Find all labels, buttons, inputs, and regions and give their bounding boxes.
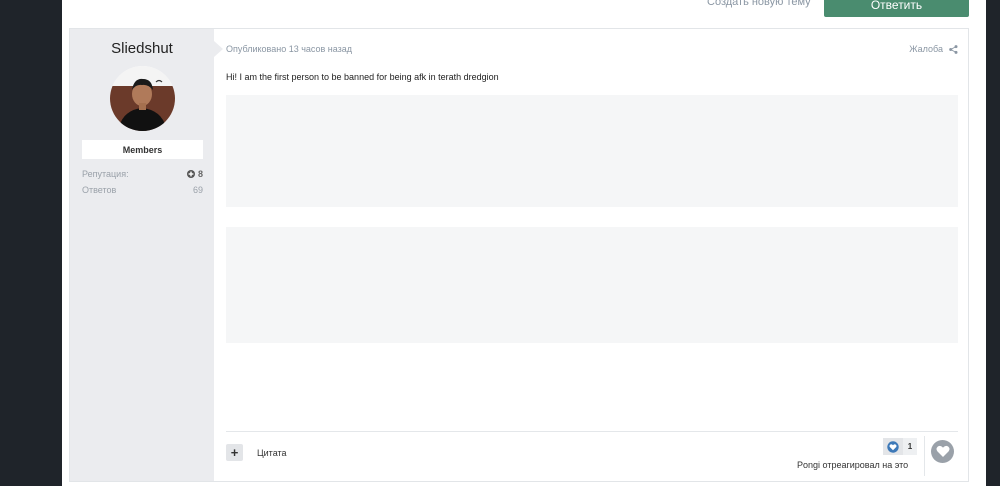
like-reaction-icon[interactable]: [883, 438, 903, 455]
multiquote-button[interactable]: +: [226, 444, 243, 461]
plus-circle-icon: [187, 170, 196, 178]
reacted-by-text[interactable]: Pongi отреагировал на это: [797, 460, 908, 470]
avatar[interactable]: [110, 66, 175, 131]
author-name[interactable]: Sliedshut: [70, 40, 214, 57]
reputation-stat: Репутация: 8: [82, 169, 203, 179]
post-footer-divider: [226, 431, 958, 432]
reputation-number: 8: [197, 169, 203, 179]
page-container: Создать новую тему Ответить Sliedshut Me…: [62, 0, 986, 486]
posts-count: 69: [192, 185, 203, 195]
reaction-divider: [924, 436, 925, 476]
report-link[interactable]: Жалоба: [909, 44, 958, 54]
reputation-value: 8: [187, 169, 203, 179]
share-icon[interactable]: [949, 44, 958, 54]
reply-button[interactable]: Ответить: [824, 0, 969, 17]
author-panel: Sliedshut Members Репутация: 8 Ответов 6…: [70, 29, 214, 481]
reputation-label: Репутация:: [82, 169, 129, 179]
forum-post: Sliedshut Members Репутация: 8 Ответов 6…: [69, 28, 969, 482]
embedded-media[interactable]: [226, 227, 958, 343]
reaction-count: 1: [903, 438, 917, 455]
posts-stat: Ответов 69: [82, 185, 203, 195]
heart-icon: [935, 445, 950, 457]
post-content: Hi! I am the first person to be banned f…: [226, 72, 499, 82]
quote-button[interactable]: Цитата: [257, 448, 287, 458]
post-meta[interactable]: Опубликовано 13 часов назад: [226, 44, 352, 54]
speech-arrow: [214, 41, 223, 57]
create-topic-link[interactable]: Создать новую тему: [707, 0, 811, 8]
react-heart-button[interactable]: [931, 440, 954, 463]
reaction-summary[interactable]: 1: [883, 438, 917, 455]
report-label[interactable]: Жалоба: [909, 44, 943, 54]
embedded-media[interactable]: [226, 95, 958, 207]
posts-label: Ответов: [82, 185, 117, 195]
member-group-badge: Members: [82, 140, 203, 159]
